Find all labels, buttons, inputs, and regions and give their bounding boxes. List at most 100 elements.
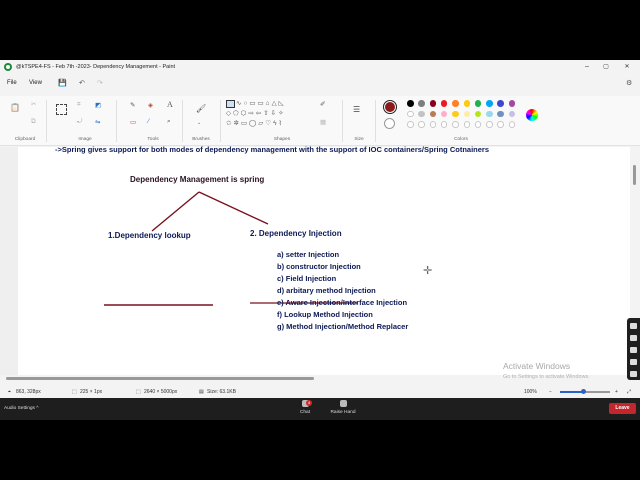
paste-icon[interactable]: 📋 — [10, 103, 20, 112]
zoom-in-icon[interactable]: + — [615, 389, 618, 395]
raise-hand-icon — [339, 400, 347, 407]
injection-item: g) Method Injection/Method Replacer — [277, 322, 409, 331]
ribbon-divider — [46, 100, 47, 142]
chevron-down-icon[interactable]: ⌄ — [197, 120, 201, 126]
size-icon[interactable]: ☰ — [353, 105, 360, 114]
palette-swatch[interactable] — [407, 100, 414, 107]
menu-view[interactable]: View — [29, 80, 42, 86]
cut-icon[interactable]: ✂ — [31, 100, 36, 108]
palette-swatch[interactable] — [463, 110, 470, 117]
palette-swatch[interactable] — [486, 110, 493, 117]
custom-color-slot[interactable] — [486, 121, 493, 128]
redo-icon[interactable]: ↷ — [97, 79, 103, 87]
palette-swatch[interactable] — [407, 110, 414, 117]
zoom-level: 100% — [524, 389, 537, 395]
close-button[interactable]: ✕ — [620, 62, 634, 72]
pencil-icon[interactable]: ✎ — [130, 101, 135, 109]
palette-swatch[interactable] — [474, 110, 482, 117]
cursor-position: 863, 328px — [16, 389, 41, 395]
rotate-icon[interactable]: ⤾ — [77, 118, 82, 126]
edit-colors-icon[interactable] — [526, 109, 538, 121]
vertical-scroll-thumb[interactable] — [633, 165, 636, 185]
ribbon-divider — [116, 100, 117, 142]
undo-icon[interactable]: ↶ — [79, 79, 85, 87]
resize-icon[interactable]: ◩ — [95, 101, 101, 109]
video-icon[interactable] — [630, 347, 637, 353]
palette-swatch[interactable] — [429, 110, 437, 117]
palette-swatch[interactable] — [452, 100, 459, 107]
menu-file[interactable]: File — [7, 80, 17, 86]
outline-icon[interactable]: ✐ — [320, 100, 325, 108]
raise-hand-button[interactable]: Raise Hand — [329, 400, 357, 415]
zoom-out-icon[interactable]: − — [549, 389, 552, 395]
custom-color-slot[interactable] — [508, 121, 516, 128]
eraser-icon[interactable]: ▭ — [130, 118, 136, 126]
text-icon[interactable]: A — [167, 100, 173, 109]
horizontal-scroll-thumb[interactable] — [6, 377, 314, 380]
custom-color-slot[interactable] — [474, 121, 482, 128]
palette-swatch[interactable] — [474, 100, 482, 107]
gear-icon[interactable] — [630, 371, 637, 377]
shapes-row-3-icons[interactable]: ✩✲▭◯▱♡ϟ⌇ — [226, 119, 284, 127]
palette-swatch[interactable] — [508, 100, 516, 107]
shapes-row-1-icons[interactable]: ∿○▭▭⌂△◺ — [236, 99, 286, 107]
branch-line-right — [198, 191, 269, 225]
flip-icon[interactable]: ⇋ — [95, 118, 100, 126]
drawing-canvas[interactable]: ->Spring gives support for both modes of… — [18, 145, 630, 375]
share-screen-icon[interactable] — [630, 359, 637, 365]
shape-line-icon[interactable] — [226, 100, 235, 108]
group-label-tools: Tools — [147, 137, 159, 142]
palette-swatch[interactable] — [508, 110, 516, 117]
selection-size: 225 × 1px — [80, 389, 103, 395]
fit-to-window-icon[interactable]: ⤢ — [627, 389, 631, 395]
injection-item: c) Field Injection — [277, 274, 337, 283]
palette-swatch[interactable] — [429, 100, 437, 107]
custom-color-slot[interactable] — [440, 121, 448, 128]
custom-color-slot[interactable] — [429, 121, 437, 128]
title-bar: @kTSPE4-FS - Feb 7th -2023- Dependency M… — [0, 60, 640, 74]
shapes-row-2-icons[interactable]: ◇⬠⬡⇨⇦⇧⇩✧ — [226, 109, 286, 117]
activate-windows-title: Activate Windows — [503, 361, 571, 371]
crop-icon[interactable]: ⌗ — [77, 101, 81, 109]
palette-swatch[interactable] — [418, 100, 425, 107]
select-icon[interactable] — [56, 104, 67, 115]
minimize-button[interactable]: – — [580, 62, 594, 72]
custom-color-slot[interactable] — [497, 121, 504, 128]
palette-swatch[interactable] — [497, 100, 504, 107]
menu-bar: File View 💾 ↶ ↷ ⚙ — [0, 77, 640, 91]
secondary-color[interactable] — [384, 118, 395, 129]
ribbon-divider — [220, 100, 221, 142]
palette-swatch[interactable] — [440, 110, 448, 117]
custom-color-slot[interactable] — [452, 121, 459, 128]
palette-swatch[interactable] — [463, 100, 470, 107]
primary-color[interactable] — [383, 100, 397, 114]
custom-color-slot[interactable] — [418, 121, 425, 128]
brush-icon[interactable]: 🖌 — [196, 104, 206, 113]
audio-settings-button[interactable]: Audio Settings ^ — [4, 406, 39, 411]
leave-button[interactable]: Leave — [609, 403, 636, 414]
canvas-area: ->Spring gives support for both modes of… — [0, 145, 640, 375]
custom-color-slot[interactable] — [407, 121, 414, 128]
palette-swatch[interactable] — [440, 100, 448, 107]
annotate-icon[interactable] — [630, 323, 637, 329]
chat-button[interactable]: 4 Chat — [292, 400, 318, 415]
activate-windows-subtitle: Go to Settings to activate Windows. — [503, 374, 590, 380]
fill-icon[interactable]: ◈ — [148, 101, 153, 109]
palette-swatch[interactable] — [418, 110, 425, 117]
copy-icon[interactable]: ⧉ — [31, 118, 36, 126]
settings-icon[interactable]: ⚙ — [626, 79, 632, 87]
camera-icon[interactable] — [630, 335, 637, 341]
palette-swatch[interactable] — [486, 100, 493, 107]
save-icon[interactable]: 💾 — [58, 79, 67, 87]
custom-color-slot[interactable] — [463, 121, 470, 128]
zoom-slider-thumb[interactable] — [581, 389, 586, 394]
magnifier-icon[interactable]: ⌕ — [167, 118, 171, 126]
zoom-slider[interactable] — [560, 389, 610, 394]
chat-badge: 4 — [306, 400, 312, 406]
zoom-slider-fill — [560, 391, 583, 393]
fill-shape-icon[interactable]: ▦ — [320, 118, 326, 126]
maximize-button[interactable]: ▢ — [599, 62, 613, 72]
palette-swatch[interactable] — [452, 110, 459, 117]
color-picker-icon[interactable]: ⁄ — [148, 118, 149, 125]
palette-swatch[interactable] — [497, 110, 504, 117]
